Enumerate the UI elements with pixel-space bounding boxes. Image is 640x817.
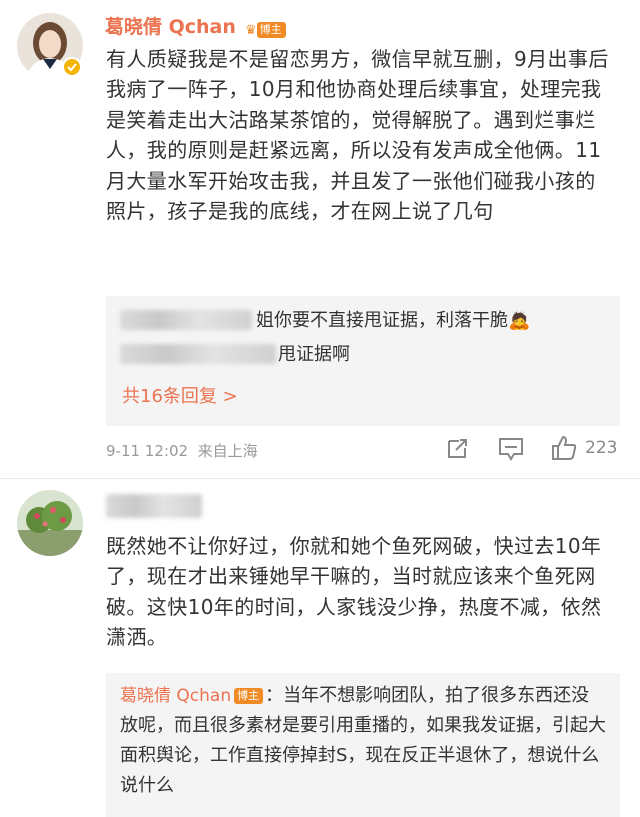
reply-username[interactable]: 葛晓倩 Qchan (120, 686, 231, 706)
comment-header: 葛晓倩 Qchan ♛ 博主 (105, 12, 286, 39)
share-icon[interactable] (446, 436, 470, 460)
comment-text: 既然她不让你好过，你就和她个鱼死网破，快过去10年了，现在才出来锤她早干嘛的，当… (106, 534, 602, 650)
username[interactable]: 葛晓倩 Qchan (105, 16, 236, 38)
comment-text: 有人质疑我是不是留恋男方，微信早就互删，9月出事后我病了一阵子，10月和他协商处… (106, 47, 609, 224)
reply-box[interactable]: 葛晓倩 Qchan 博主 ：当年不想影响团队，拍了很多东西还没放呢，而且很多素材是要… (106, 673, 620, 817)
like-icon[interactable] (551, 435, 577, 461)
reply-item[interactable]: 葛晓倩 Qchan 博主 ：当年不想影响团队，拍了很多东西还没放呢，而且很多素材是要… (120, 681, 606, 801)
blurred-username (120, 344, 276, 364)
timestamp: 9-11 12:02 来自上海 (106, 442, 258, 460)
blurred-username (106, 494, 202, 518)
emoji-icon: 🙇 (508, 310, 531, 331)
reply-box[interactable]: 姐你要不直接甩证据，利落干脆🙇 甩证据啊 共16条回复 > (106, 296, 620, 426)
more-replies-link[interactable]: 共16条回复 > (122, 382, 238, 408)
reply-item[interactable]: 姐你要不直接甩证据，利落干脆🙇 (256, 306, 530, 332)
user-badge: 博主 (234, 688, 264, 704)
like-count: 223 (585, 438, 618, 458)
user-badge: ♛ 博主 (245, 19, 286, 38)
avatar[interactable] (17, 490, 83, 556)
comment-icon[interactable] (498, 437, 524, 461)
source: 来自上海 (197, 442, 258, 460)
reply-item[interactable]: 甩证据啊 (278, 340, 350, 366)
divider (0, 478, 640, 479)
avatar-photo (17, 490, 83, 556)
verified-icon (62, 57, 82, 77)
crown-icon: ♛ (245, 23, 257, 38)
reply-text: 姐你要不直接甩证据，利落干脆 (256, 310, 508, 331)
blurred-username (120, 310, 252, 330)
